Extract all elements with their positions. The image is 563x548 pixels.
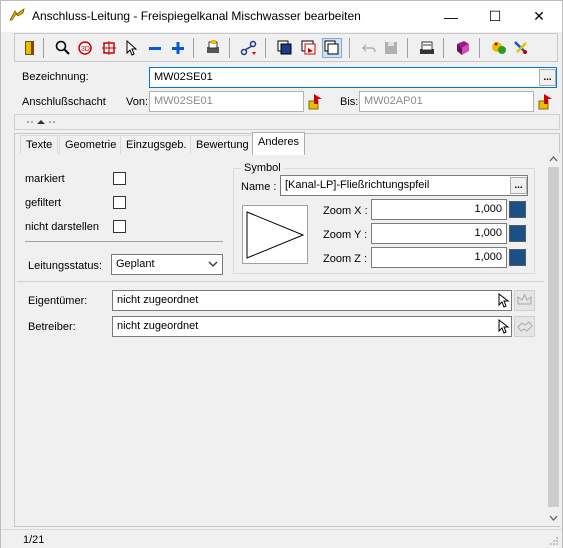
scroll-up-icon[interactable] xyxy=(549,156,558,162)
minimize-button[interactable]: — xyxy=(429,1,473,32)
bis-schacht-select-icon[interactable] xyxy=(537,92,557,112)
layers-icon[interactable] xyxy=(275,38,295,58)
select-window-icon[interactable] xyxy=(299,38,319,58)
status-bar: 1/21 xyxy=(1,529,562,548)
splitter-bar[interactable] xyxy=(14,114,560,130)
splitter-grip-icon xyxy=(27,120,55,124)
zoom-area-icon[interactable]: 3D xyxy=(75,38,95,58)
symbol-preview xyxy=(242,205,308,264)
tab-geometrie[interactable]: Geometrie xyxy=(59,135,123,154)
minus-icon[interactable] xyxy=(145,38,165,58)
crown-icon xyxy=(517,293,532,305)
bezeichnung-browse-button[interactable]: ... xyxy=(539,69,556,86)
door-exit-icon[interactable] xyxy=(19,38,39,58)
bis-label: Bis: xyxy=(340,96,359,108)
toolbar: 3D xyxy=(14,33,558,62)
tab-einzugsgeb[interactable]: Einzugsgeb. xyxy=(120,135,193,154)
betreiber-field[interactable]: nicht zugeordnet xyxy=(112,316,512,337)
nicht-darstellen-checkbox[interactable] xyxy=(113,220,126,233)
symbol-name-field[interactable]: [Kanal-LP]-Fließrichtungspfeil xyxy=(280,175,528,196)
gefiltert-checkbox[interactable] xyxy=(113,196,126,209)
window-copy-icon[interactable] xyxy=(322,38,342,58)
eigentuemer-detail-button[interactable] xyxy=(514,290,535,311)
tab-texte[interactable]: Texte xyxy=(20,135,59,154)
zoom-y-calculator-icon[interactable] xyxy=(509,225,526,242)
scanner-icon[interactable] xyxy=(417,38,437,58)
von-field[interactable]: MW02SE01 xyxy=(149,91,304,112)
symbol-group-label: Symbol xyxy=(242,162,283,174)
leitungsstatus-label: Leitungsstatus: xyxy=(28,260,102,272)
tab-anderes[interactable]: Anderes xyxy=(252,132,305,155)
maximize-button[interactable]: ☐ xyxy=(473,1,517,32)
window-title: Anschluss-Leitung - Freispiegelkanal Mis… xyxy=(32,9,361,23)
app-icon xyxy=(9,8,25,21)
record-counter: 1/21 xyxy=(23,534,45,546)
section-divider xyxy=(17,281,544,282)
pointer-icon[interactable] xyxy=(121,38,141,58)
crosshair-icon[interactable] xyxy=(99,38,119,58)
leitungsstatus-select[interactable]: Geplant xyxy=(111,254,223,275)
betreiber-select-pointer-icon[interactable] xyxy=(496,319,510,334)
markiert-label: markiert xyxy=(25,173,65,185)
undo-icon[interactable] xyxy=(359,38,379,58)
print-icon[interactable] xyxy=(203,38,223,58)
eigentuemer-field[interactable]: nicht zugeordnet xyxy=(112,290,512,311)
eigentuemer-label: Eigentümer: xyxy=(28,295,88,307)
scroll-thumb[interactable] xyxy=(548,167,559,507)
plus-icon[interactable] xyxy=(168,38,188,58)
nicht-darstellen-label: nicht darstellen xyxy=(25,221,99,233)
dialog-window: Anschluss-Leitung - Freispiegelkanal Mis… xyxy=(0,0,563,548)
title-bar: Anschluss-Leitung - Freispiegelkanal Mis… xyxy=(1,1,562,32)
leitungsstatus-value: Geplant xyxy=(116,258,155,270)
save-icon[interactable] xyxy=(381,38,401,58)
symbol-browse-button[interactable]: ... xyxy=(510,177,527,194)
symbol-name-label: Name : xyxy=(241,181,277,193)
divider xyxy=(25,241,223,242)
betreiber-detail-button[interactable] xyxy=(514,316,535,337)
gefiltert-label: gefiltert xyxy=(25,197,62,209)
zoom-z-field[interactable]: 1,000 xyxy=(371,247,507,268)
network-icon[interactable] xyxy=(239,38,259,58)
zoom-x-label: Zoom X : xyxy=(323,205,368,217)
handshake-icon xyxy=(517,321,533,332)
zoom-y-label: Zoom Y : xyxy=(323,229,368,241)
zoom-z-calculator-icon[interactable] xyxy=(509,249,526,266)
betreiber-label: Betreiber: xyxy=(28,321,76,333)
von-label: Von: xyxy=(126,96,149,108)
chevron-down-icon xyxy=(208,261,218,267)
zoom-x-field[interactable]: 1,000 xyxy=(371,199,507,220)
anschlussschacht-label: Anschlußschacht xyxy=(22,96,106,108)
zoom-z-label: Zoom Z : xyxy=(323,253,368,265)
scroll-down-icon[interactable] xyxy=(549,515,558,521)
svg-text:3D: 3D xyxy=(81,46,90,53)
arrow-symbol-icon xyxy=(246,211,305,259)
markiert-checkbox[interactable] xyxy=(113,172,126,185)
tools-icon[interactable] xyxy=(511,38,531,58)
zoom-y-field[interactable]: 1,000 xyxy=(371,223,507,244)
book-icon[interactable] xyxy=(453,38,473,58)
zoom-icon[interactable] xyxy=(53,38,73,58)
eigentuemer-select-pointer-icon[interactable] xyxy=(496,293,510,308)
zoom-x-calculator-icon[interactable] xyxy=(509,201,526,218)
von-schacht-select-icon[interactable] xyxy=(307,92,327,112)
resize-grip-icon[interactable] xyxy=(549,536,559,546)
close-button[interactable]: ✕ xyxy=(517,1,561,32)
bis-field[interactable]: MW02AP01 xyxy=(359,91,534,112)
palette-icon[interactable] xyxy=(489,38,509,58)
tab-bewertung[interactable]: Bewertung xyxy=(190,135,255,154)
bezeichnung-field[interactable]: MW02SE01 xyxy=(149,67,557,88)
bezeichnung-label: Bezeichnung: xyxy=(22,71,89,83)
vertical-scrollbar[interactable] xyxy=(546,153,561,526)
